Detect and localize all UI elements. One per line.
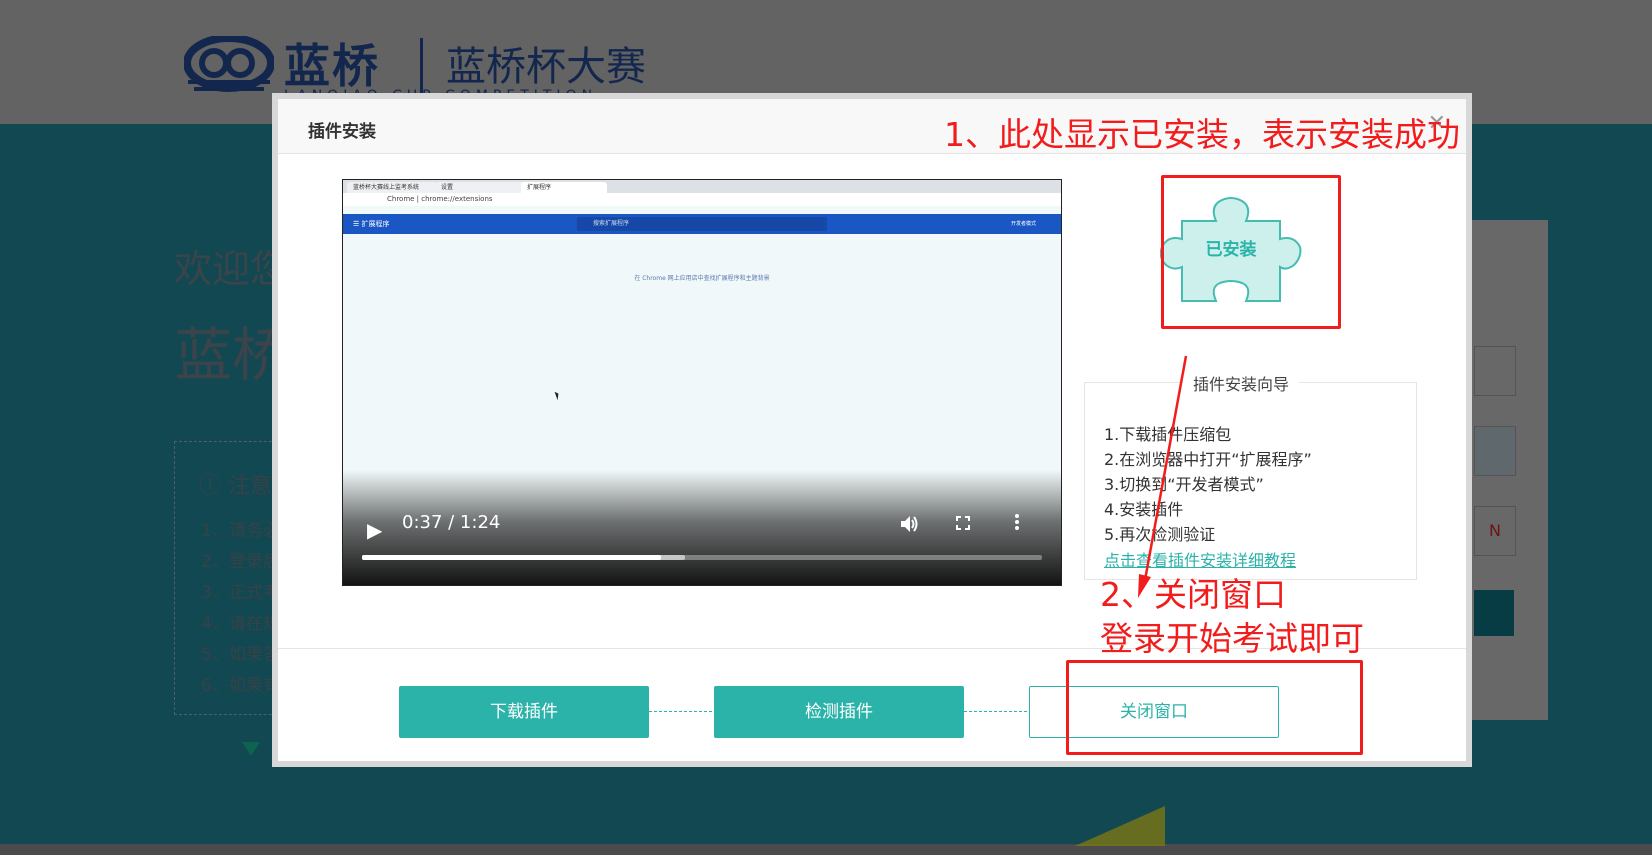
- guide-step: 3.切换到“开发者模式”: [1104, 475, 1264, 494]
- video-progress-track[interactable]: [362, 555, 1042, 560]
- install-guide: 插件安装向导 1.下载插件压缩包 2.在浏览器中打开“扩展程序” 3.切换到“开…: [1084, 371, 1417, 580]
- video-page-title-text: 扩展程序: [361, 220, 390, 228]
- guide-step: 2.在浏览器中打开“扩展程序”: [1104, 450, 1312, 469]
- video-address-text: Chrome | chrome://extensions: [387, 195, 493, 203]
- guide-step: 1.下载插件压缩包: [1104, 425, 1232, 444]
- install-guide-steps: 1.下载插件压缩包 2.在浏览器中打开“扩展程序” 3.切换到“开发者模式” 4…: [1104, 421, 1312, 546]
- annotation-box-plugin: [1161, 175, 1341, 329]
- video-extensions-toolbar: ☰ 扩展程序 搜索扩展程序 开发者模式: [343, 214, 1061, 234]
- video-dev-mode-label: 开发者模式: [1011, 221, 1037, 227]
- video-time: 0:37 / 1:24: [402, 512, 501, 533]
- annotation-step2: 2、关闭窗口: [1100, 575, 1286, 614]
- video-address-bar: Chrome | chrome://extensions: [343, 193, 1061, 206]
- play-icon[interactable]: ▶: [367, 518, 382, 542]
- dialog-title: 插件安装: [308, 122, 376, 142]
- tutorial-video[interactable]: 蓝桥杯大赛线上监考系统 设置 扩展程序 Chrome | chrome://ex…: [342, 179, 1062, 586]
- fullscreen-icon[interactable]: [956, 516, 970, 530]
- video-empty-message: 在 Chrome 网上应用店中查找扩展程序和主题背景: [634, 275, 770, 282]
- download-plugin-button[interactable]: 下载插件: [399, 686, 649, 738]
- video-browser-tabs: 蓝桥杯大赛线上监考系统 设置 扩展程序: [343, 180, 1061, 193]
- guide-step: 4.安装插件: [1104, 500, 1184, 519]
- video-tab: 设置: [435, 182, 525, 193]
- video-tab: 蓝桥杯大赛线上监考系统: [347, 182, 437, 193]
- annotation-step1: 1、此处显示已安装，表示安装成功: [944, 115, 1460, 154]
- video-page-title: ☰ 扩展程序: [353, 220, 390, 228]
- video-tab: 扩展程序: [521, 182, 607, 193]
- guide-step: 5.再次检测验证: [1104, 525, 1216, 544]
- more-options-icon[interactable]: [1014, 513, 1020, 531]
- annotation-step2-detail: 登录开始考试即可: [1100, 619, 1364, 658]
- video-progress-bar: [362, 555, 662, 560]
- annotation-box-close: [1066, 660, 1363, 755]
- install-guide-title: 插件安装向导: [1183, 371, 1300, 395]
- check-plugin-button[interactable]: 检测插件: [714, 686, 964, 738]
- cursor-icon: [554, 390, 561, 401]
- video-search-field: 搜索扩展程序: [577, 217, 827, 231]
- volume-icon[interactable]: [899, 514, 919, 534]
